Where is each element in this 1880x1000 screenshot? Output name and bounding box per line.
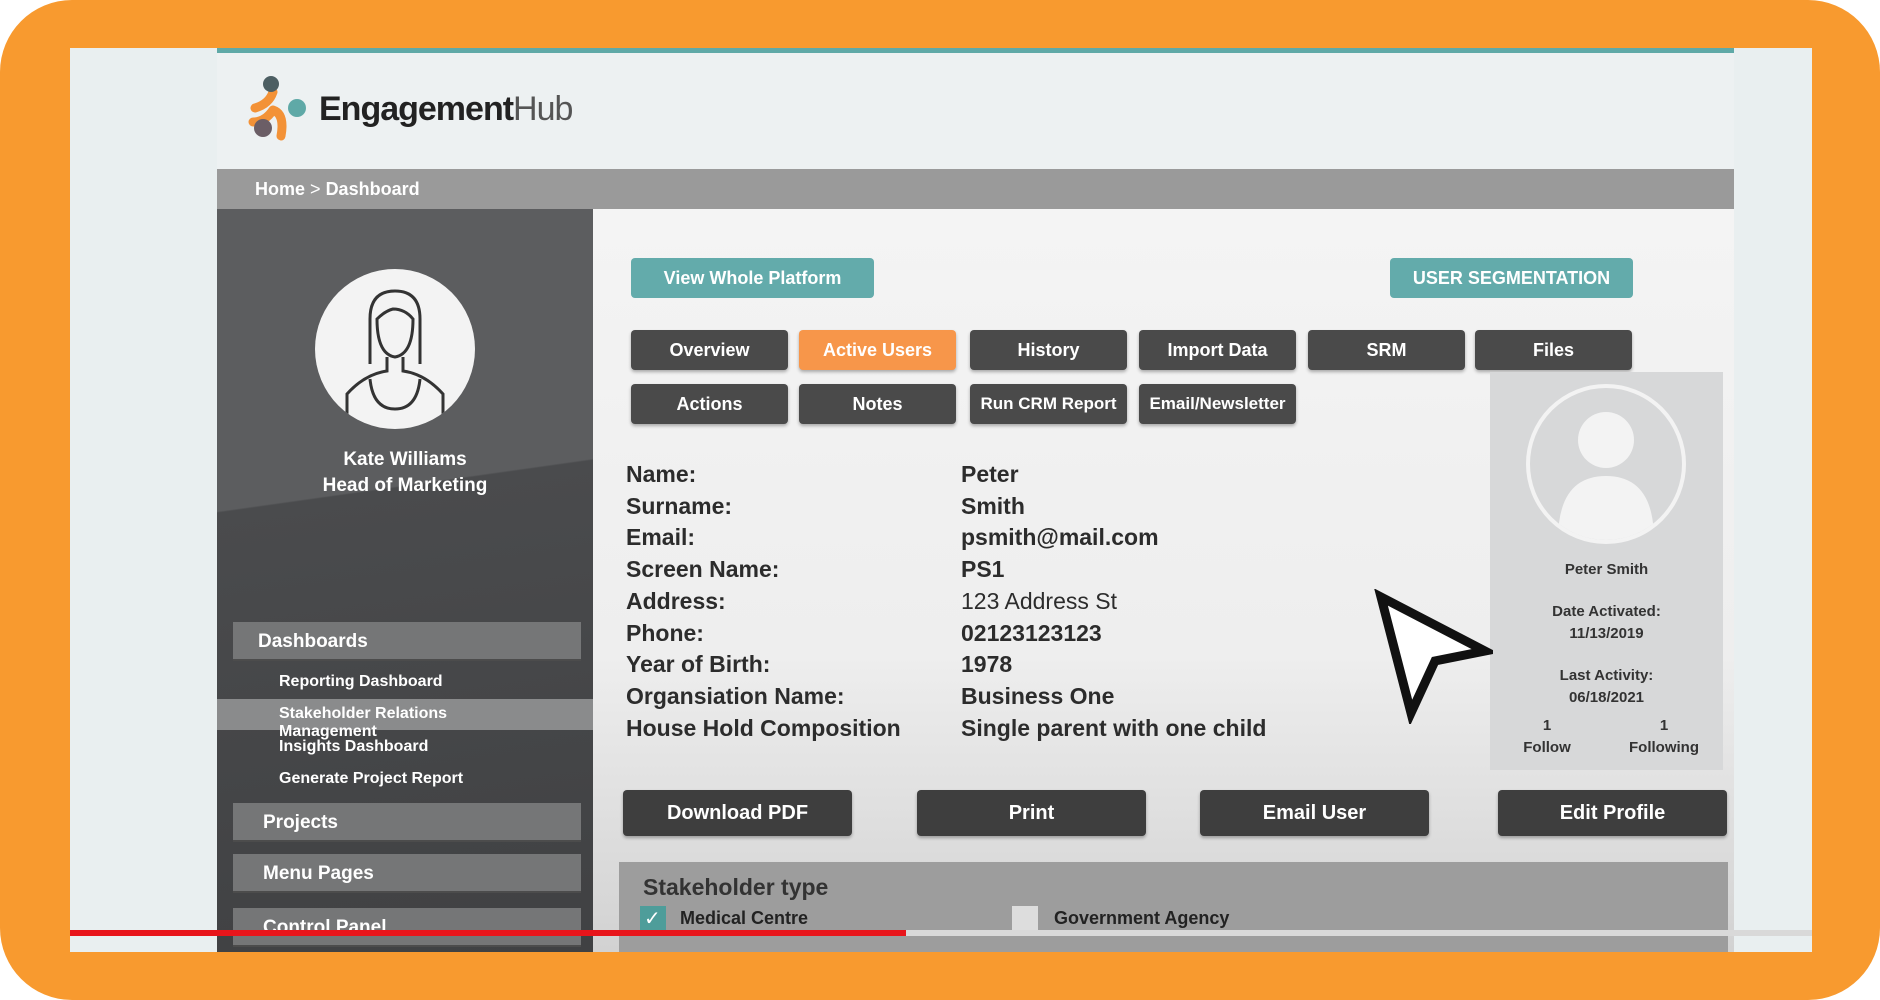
- user-name: Kate Williams: [343, 449, 467, 470]
- print-button[interactable]: Print: [917, 790, 1146, 836]
- field-label: House Hold Composition: [626, 714, 901, 741]
- check-icon: ✓: [644, 908, 661, 930]
- sidebar-item-stakeholder-relations[interactable]: Stakeholder Relations Management: [217, 699, 593, 740]
- tab-active-users[interactable]: Active Users: [799, 330, 956, 370]
- logo-icon: [248, 76, 306, 141]
- female-user-icon: [345, 289, 445, 419]
- logo: EngagementHub: [245, 74, 573, 144]
- user-title: Head of Marketing: [322, 475, 488, 496]
- tab-run-crm-report[interactable]: Run CRM Report: [970, 384, 1127, 424]
- edit-profile-button[interactable]: Edit Profile: [1498, 790, 1727, 836]
- sidebar-item-generate-report[interactable]: Generate Project Report: [217, 764, 593, 795]
- sidebar-item-reporting-dashboard[interactable]: Reporting Dashboard: [217, 667, 593, 698]
- follow-label[interactable]: Follow: [1512, 739, 1582, 756]
- government-agency-checkbox[interactable]: [1012, 906, 1038, 932]
- download-pdf-button[interactable]: Download PDF: [623, 790, 852, 836]
- medical-centre-checkbox[interactable]: ✓: [640, 906, 666, 932]
- field-value: 123 Address St: [961, 587, 1117, 614]
- tab-notes[interactable]: Notes: [799, 384, 956, 424]
- tab-email-newsletter[interactable]: Email/Newsletter: [1139, 384, 1296, 424]
- tab-import-data[interactable]: Import Data: [1139, 330, 1296, 370]
- profile-avatar: [1526, 384, 1686, 544]
- breadcrumb-separator: >: [310, 179, 321, 199]
- user-avatar: [315, 269, 475, 429]
- video-screen: EngagementHub Home > Dashboard Kate Will…: [70, 48, 1812, 952]
- card-name: Peter Smith: [1564, 561, 1649, 578]
- field-value: PS1: [961, 556, 1005, 583]
- field-value: Single parent with one child: [961, 714, 1267, 741]
- breadcrumb: Home > Dashboard: [217, 169, 1734, 209]
- stakeholder-type-title: Stakeholder type: [643, 874, 829, 900]
- date-activated-label: Date Activated:: [1552, 603, 1661, 620]
- follow-count: 1: [1542, 717, 1552, 734]
- breadcrumb-current: Dashboard: [325, 179, 420, 199]
- sidebar-section-projects[interactable]: Projects: [233, 803, 581, 842]
- tab-actions[interactable]: Actions: [631, 384, 788, 424]
- date-activated-value: 11/13/2019: [1569, 625, 1644, 642]
- tab-history[interactable]: History: [970, 330, 1127, 370]
- field-label: Address:: [626, 587, 726, 614]
- field-label: Email:: [626, 524, 696, 551]
- user-segmentation-button[interactable]: USER SEGMENTATION: [1390, 258, 1633, 298]
- view-whole-platform-button[interactable]: View Whole Platform: [631, 258, 874, 298]
- field-label: Organsiation Name:: [626, 682, 845, 709]
- breadcrumb-home[interactable]: Home: [255, 179, 305, 199]
- video-progress-bar[interactable]: [70, 930, 1812, 936]
- sidebar-section-dashboards[interactable]: Dashboards: [233, 622, 581, 661]
- government-agency-label: Government Agency: [1054, 908, 1230, 928]
- sidebar-item-insights-dashboard[interactable]: Insights Dashboard: [217, 732, 593, 763]
- user-icon: [1558, 412, 1654, 540]
- tab-srm[interactable]: SRM: [1308, 330, 1465, 370]
- tab-files[interactable]: Files: [1475, 330, 1632, 370]
- top-accent-line: [217, 48, 1734, 53]
- following-count: 1: [1659, 717, 1669, 734]
- sidebar: Kate Williams Head of Marketing Dashboar…: [217, 209, 593, 952]
- sidebar-section-menu-pages[interactable]: Menu Pages: [233, 854, 581, 893]
- profile-card: Peter Smith Date Activated: 11/13/2019 L…: [1490, 372, 1723, 770]
- logo-sub-text: Hub: [513, 89, 573, 128]
- last-activity-label: Last Activity:: [1559, 667, 1654, 684]
- field-value: Peter: [961, 461, 1019, 487]
- email-user-button[interactable]: Email User: [1200, 790, 1429, 836]
- field-label: Surname:: [626, 492, 733, 519]
- last-activity-value: 06/18/2021: [1568, 689, 1645, 706]
- stakeholder-type-section: Stakeholder type ✓ Medical Centre Govern…: [619, 862, 1728, 952]
- field-label: Name:: [626, 461, 697, 487]
- logo-main-text: Engagement: [319, 89, 514, 128]
- following-label[interactable]: Following: [1618, 739, 1710, 756]
- field-value: 1978: [961, 651, 1013, 678]
- sidebar-section-control-panel[interactable]: Control Panel: [233, 908, 581, 947]
- field-label: Year of Birth:: [626, 651, 771, 678]
- tab-overview[interactable]: Overview: [631, 330, 788, 370]
- app-window: EngagementHub Home > Dashboard Kate Will…: [217, 48, 1734, 952]
- field-value: psmith@mail.com: [961, 524, 1159, 551]
- field-label: Phone:: [626, 619, 704, 646]
- field-value: Business One: [961, 682, 1115, 709]
- main-content: View Whole Platform USER SEGMENTATION Ov…: [593, 209, 1734, 952]
- field-value: 02123123123: [961, 619, 1102, 646]
- mouse-cursor-icon: [1374, 589, 1493, 724]
- medical-centre-label: Medical Centre: [680, 908, 809, 928]
- field-value: Smith: [961, 492, 1025, 519]
- video-progress-fill: [70, 930, 907, 936]
- field-label: Screen Name:: [626, 556, 780, 583]
